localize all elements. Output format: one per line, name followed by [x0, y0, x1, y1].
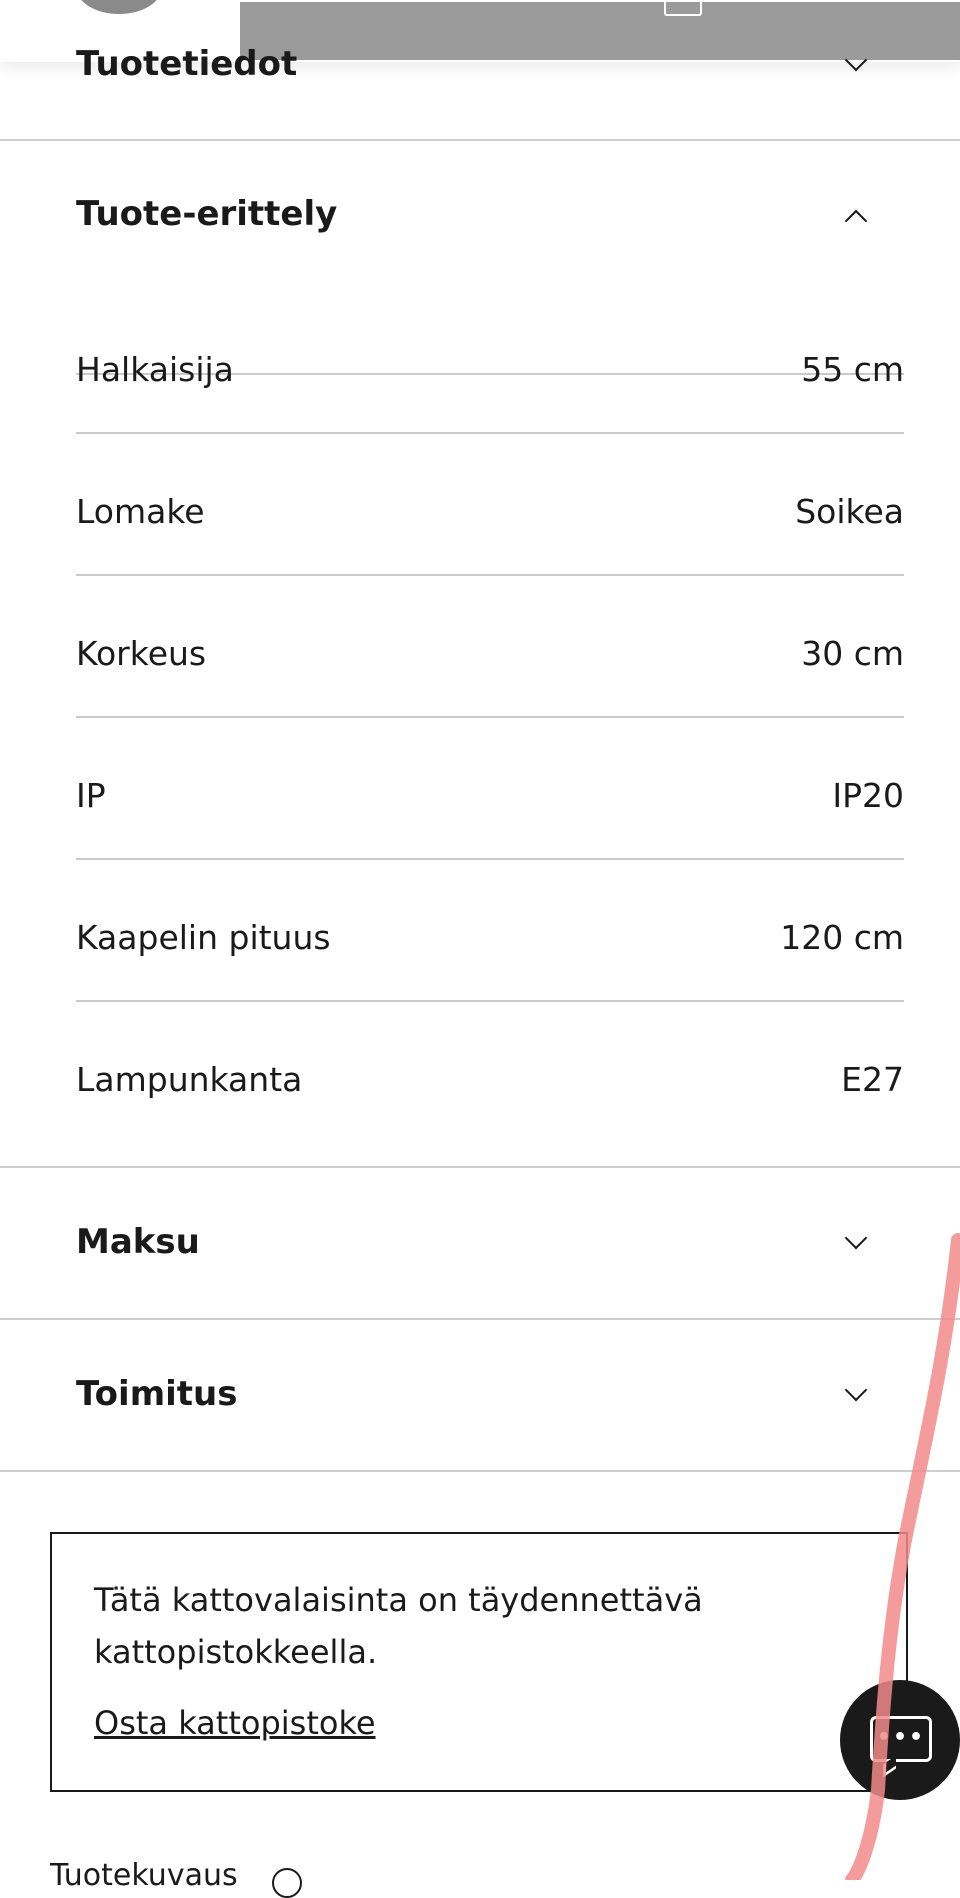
spec-value: 55 cm — [801, 350, 904, 389]
accordion-title-product-info: Tuotetiedot — [76, 44, 298, 84]
chat-icon: ••• — [870, 1716, 932, 1762]
accordion-title-payment: Maksu — [76, 1222, 200, 1262]
spec-value: IP20 — [832, 776, 904, 815]
accordion-header-spec[interactable]: Tuote-erittely — [0, 141, 960, 281]
bag-icon — [664, 2, 702, 16]
spec-label: IP — [76, 776, 106, 815]
chevron-down-icon — [844, 1226, 868, 1250]
chevron-up-icon — [844, 209, 868, 233]
spec-value: 30 cm — [801, 634, 904, 673]
spec-label: Korkeus — [76, 634, 207, 673]
spec-value: Soikea — [795, 492, 904, 531]
notice-text: Tätä kattovalaisinta on täydennettävä ka… — [94, 1581, 703, 1671]
spec-row: Halkaisija 55 cm — [76, 292, 904, 434]
accordion-title-spec: Tuote-erittely — [76, 194, 338, 234]
spec-row: Lomake Soikea — [76, 434, 904, 576]
spec-label: Halkaisija — [76, 350, 234, 389]
chat-dots: ••• — [876, 1725, 926, 1750]
accordion-payment[interactable]: Maksu — [0, 1168, 960, 1320]
accordion-delivery[interactable]: Toimitus — [0, 1320, 960, 1472]
info-icon[interactable] — [272, 1868, 302, 1898]
spec-row: Kaapelin pituus 120 cm — [76, 860, 904, 1002]
spec-label: Lomake — [76, 492, 205, 531]
product-thumbnail — [76, 0, 162, 14]
spec-row: Korkeus 30 cm — [76, 576, 904, 718]
ceiling-plug-notice: Tätä kattovalaisinta on täydennettävä ka… — [50, 1532, 908, 1792]
spec-row: Lampunkanta E27 — [76, 1002, 904, 1142]
product-description-label[interactable]: Tuotekuvaus — [50, 1858, 238, 1893]
spec-label: Lampunkanta — [76, 1060, 303, 1099]
spec-value: E27 — [841, 1060, 904, 1099]
chat-button[interactable]: ••• — [840, 1680, 960, 1800]
spec-row: IP IP20 — [76, 718, 904, 860]
spec-label: Kaapelin pituus — [76, 918, 331, 957]
spec-value: 120 cm — [780, 918, 904, 957]
buy-ceiling-plug-link[interactable]: Osta kattopistoke — [94, 1704, 376, 1742]
accordion-title-delivery: Toimitus — [76, 1374, 238, 1414]
chevron-down-icon — [844, 1378, 868, 1402]
